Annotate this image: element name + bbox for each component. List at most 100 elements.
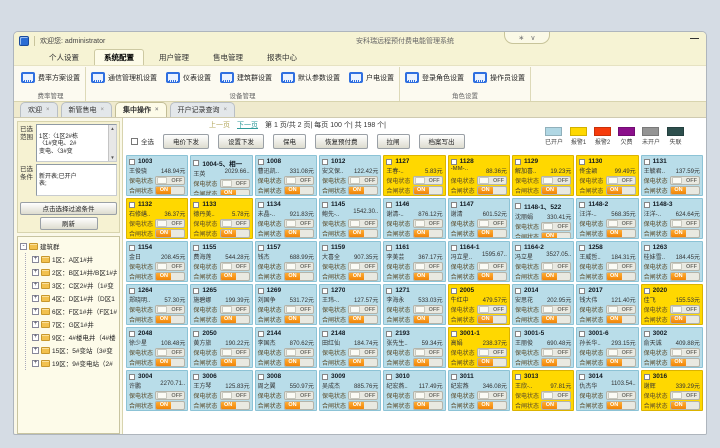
card-checkbox[interactable] — [644, 245, 650, 251]
meter-card[interactable]: 1128-MM-..88.36元保电状态OFF合闸状态ON — [448, 155, 510, 196]
meter-card[interactable]: 1145鲍先-..1542.30..保电状态OFF合闸状态ON — [319, 198, 381, 239]
baodian-toggle-off[interactable]: OFF — [413, 262, 443, 271]
ribbon-item[interactable]: 费率方案设置 — [21, 72, 80, 83]
hezha-toggle-on[interactable]: ON — [413, 272, 443, 281]
hezha-toggle-on[interactable]: ON — [155, 186, 185, 195]
hezha-toggle-on[interactable]: ON — [606, 229, 636, 238]
hezha-toggle-on[interactable]: ON — [220, 189, 250, 196]
meter-card[interactable]: 1155费海莲544.28元保电状态OFF合闸状态ON — [190, 241, 252, 282]
baodian-toggle-off[interactable]: OFF — [477, 262, 507, 271]
expand-icon[interactable]: + — [32, 347, 39, 354]
baodian-toggle-off[interactable]: OFF — [220, 219, 250, 228]
baodian-toggle-off[interactable]: OFF — [348, 391, 378, 400]
baodian-toggle-off[interactable]: OFF — [477, 219, 507, 228]
baodian-toggle-off[interactable]: OFF — [155, 305, 185, 314]
hezha-toggle-on[interactable]: ON — [606, 401, 636, 410]
card-checkbox[interactable] — [129, 245, 135, 251]
hezha-toggle-on[interactable]: ON — [348, 229, 378, 238]
card-checkbox[interactable] — [644, 331, 650, 337]
meter-card[interactable]: 2193张先生..59.34元保电状态OFF合闸状态ON — [383, 327, 445, 368]
baodian-toggle-off[interactable]: OFF — [220, 179, 250, 188]
close-icon[interactable]: × — [224, 107, 228, 113]
card-checkbox[interactable] — [322, 374, 328, 380]
card-checkbox[interactable] — [579, 288, 585, 294]
meter-card[interactable]: 1159大喜全907.35元保电状态OFF合闸状态ON — [319, 241, 381, 282]
close-icon[interactable]: × — [155, 107, 159, 113]
hezha-toggle-on[interactable]: ON — [284, 358, 314, 367]
card-checkbox[interactable] — [193, 202, 199, 208]
quick-access-bar[interactable]: ∗ ∨ — [504, 32, 550, 44]
card-checkbox[interactable] — [579, 331, 585, 337]
baodian-toggle-off[interactable]: OFF — [220, 305, 250, 314]
ribbon-tab[interactable]: 售电管理 — [204, 50, 252, 65]
meter-card[interactable]: 2148田红仙184.74元保电状态OFF合闸状态ON — [319, 327, 381, 368]
ribbon-item[interactable]: 建筑群设置 — [220, 72, 272, 83]
meter-card[interactable]: 1164-1冯立星..1595.67..保电状态OFF合闸状态ON — [448, 241, 510, 282]
meter-card[interactable]: 2048徐少星108.48元保电状态OFF合闸状态ON — [126, 327, 188, 368]
hezha-toggle-on[interactable]: ON — [284, 272, 314, 281]
toolbar-button[interactable]: 恢复预付费 — [315, 134, 368, 149]
selected-condition-listbox[interactable]: 新开表;已开户 表; — [36, 164, 117, 196]
expand-icon[interactable]: + — [32, 308, 39, 315]
hezha-toggle-on[interactable]: ON — [284, 315, 314, 324]
meter-card[interactable]: 1258王威哲..184.31元保电状态OFF合闸状态ON — [576, 241, 638, 282]
choose-filter-button[interactable]: 点击选择过滤条件 — [20, 202, 117, 215]
baodian-toggle-off[interactable]: OFF — [348, 305, 378, 314]
hezha-toggle-on[interactable]: ON — [670, 229, 700, 238]
meter-card[interactable]: 3006王方琴125.83元保电状态OFF合闸状态ON — [190, 370, 252, 411]
hezha-toggle-on[interactable]: ON — [606, 272, 636, 281]
baodian-toggle-off[interactable]: OFF — [670, 391, 700, 400]
meter-card[interactable]: 2144李国杰870.62元保电状态OFF合闸状态ON — [255, 327, 317, 368]
hezha-toggle-on[interactable]: ON — [670, 358, 700, 367]
expand-icon[interactable]: + — [32, 295, 39, 302]
expand-icon[interactable]: + — [32, 360, 39, 367]
card-checkbox[interactable] — [193, 288, 199, 294]
baodian-toggle-off[interactable]: OFF — [284, 391, 314, 400]
ribbon-item[interactable]: 户电设置 — [349, 72, 394, 83]
hezha-toggle-on[interactable]: ON — [477, 272, 507, 281]
meter-card[interactable]: 2014安思花202.95元保电状态OFF合闸状态ON — [512, 284, 574, 325]
hezha-toggle-on[interactable]: ON — [413, 358, 443, 367]
baodian-toggle-off[interactable]: OFF — [606, 219, 636, 228]
baodian-toggle-off[interactable]: OFF — [606, 305, 636, 314]
hezha-toggle-on[interactable]: ON — [155, 272, 185, 281]
hezha-toggle-on[interactable]: ON — [541, 401, 571, 410]
hezha-toggle-on[interactable]: ON — [348, 315, 378, 324]
tree-node[interactable]: +3区：C区2#井（1#变 — [32, 279, 117, 292]
meter-card[interactable]: 1131王毓君..137.59元保电状态OFF合闸状态ON — [641, 155, 703, 196]
baodian-toggle-off[interactable]: OFF — [155, 176, 185, 185]
meter-card[interactable]: 3010纪宏燕..117.49元保电状态OFF合闸状态ON — [383, 370, 445, 411]
baodian-toggle-off[interactable]: OFF — [284, 262, 314, 271]
hezha-toggle-on[interactable]: ON — [413, 186, 443, 195]
baodian-toggle-off[interactable]: OFF — [541, 176, 571, 185]
select-all-control[interactable]: 全选 — [131, 136, 154, 146]
card-checkbox[interactable] — [322, 331, 328, 337]
hezha-toggle-on[interactable]: ON — [477, 186, 507, 195]
expand-icon[interactable]: + — [32, 256, 39, 263]
card-checkbox[interactable] — [193, 160, 199, 166]
hezha-toggle-on[interactable]: ON — [284, 229, 314, 238]
tree-node[interactable]: +15区：5#变站（3#变 — [32, 344, 117, 357]
meter-card[interactable]: 1146谢清-..876.12元保电状态OFF合闸状态ON — [383, 198, 445, 239]
hezha-toggle-on[interactable]: ON — [541, 315, 571, 324]
hezha-toggle-on[interactable]: ON — [606, 186, 636, 195]
hezha-toggle-on[interactable]: ON — [606, 358, 636, 367]
baodian-toggle-off[interactable]: OFF — [348, 262, 378, 271]
card-checkbox[interactable] — [515, 159, 521, 165]
meter-card[interactable]: 3008周之翼550.97元保电状态OFF合闸状态ON — [255, 370, 317, 411]
baodian-toggle-off[interactable]: OFF — [670, 348, 700, 357]
card-checkbox[interactable] — [386, 245, 392, 251]
document-tab[interactable]: 开户记录查询× — [170, 102, 236, 117]
meter-card[interactable]: 1271李海永533.03元保电状态OFF合闸状态ON — [383, 284, 445, 325]
baodian-toggle-off[interactable]: OFF — [284, 305, 314, 314]
meter-card[interactable]: 3004许鹏2270.71..保电状态OFF合闸状态ON — [126, 370, 188, 411]
ribbon-item[interactable]: 登录角色设置 — [405, 72, 464, 83]
chevron-down-icon[interactable]: ∨ — [530, 34, 535, 42]
baodian-toggle-off[interactable]: OFF — [541, 391, 571, 400]
card-checkbox[interactable] — [386, 202, 392, 208]
toolbar-button[interactable]: 拉闸 — [377, 134, 410, 149]
meter-card[interactable]: 1130佟金颖99.49元保电状态OFF合闸状态ON — [576, 155, 638, 196]
select-all-checkbox[interactable] — [131, 138, 138, 145]
hezha-toggle-on[interactable]: ON — [348, 401, 378, 410]
baodian-toggle-off[interactable]: OFF — [477, 305, 507, 314]
